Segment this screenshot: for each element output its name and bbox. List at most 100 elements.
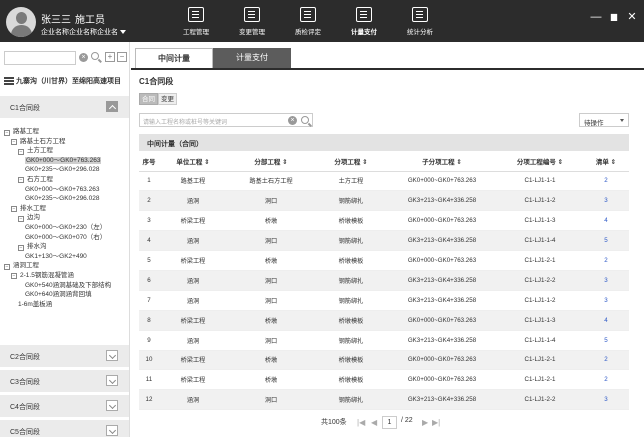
tree-toggle-icon[interactable]: − [18, 215, 24, 222]
project-name[interactable]: 九寨沟（川甘界）至绵阳高速项目 [4, 76, 121, 86]
tree-node[interactable]: GK0+235～GK0+296.028 [4, 194, 129, 204]
user-info[interactable]: 张三三 施工员 企业名称企业名称企业名 [4, 5, 144, 39]
tree-node[interactable]: − 土方工程 [4, 146, 129, 156]
tree-toggle-icon[interactable]: − [4, 129, 10, 136]
column-header[interactable]: 单位工程 ⇕ [159, 151, 227, 172]
nav-statistics[interactable]: 统计分析 [392, 0, 448, 42]
tree-node[interactable]: − 边沟 [4, 213, 129, 223]
column-header[interactable]: 子分项工程 ⇕ [387, 151, 497, 172]
table-row[interactable]: 6 涵洞 洞口 钢筋绑扎 GK3+213~GK4+336.258 C1-LJ1-2-2 3 [139, 270, 629, 291]
nav-quality[interactable]: 质检评定 [280, 0, 336, 42]
table-cell[interactable]: 5 [583, 230, 629, 252]
table-cell[interactable]: 3 [583, 389, 629, 411]
tree-node[interactable]: GK0+000～GK0+230（左） [4, 223, 129, 233]
table-row[interactable]: 7 涵洞 洞口 钢筋绑扎 GK3+213~GK4+336.258 C1-LJ1-1-2 3 [139, 290, 629, 311]
maximize-button[interactable]: ▆ [608, 11, 620, 23]
avatar[interactable] [6, 7, 36, 37]
table-row[interactable]: 2 涵洞 洞口 钢筋绑扎 GK3+213~GK4+336.258 C1-LJ1-1-2 3 [139, 190, 629, 212]
table-row[interactable]: 8 桥梁工程 桥墩 桥墩模板 GK0+000~GK0+763.263 C1-LJ1-1-3… [139, 310, 629, 331]
table-row[interactable]: 9 涵洞 洞口 钢筋绑扎 GK3+213~GK4+336.258 C1-LJ1-1-4 5 [139, 330, 629, 351]
tree-toggle-icon[interactable]: − [18, 148, 24, 155]
minimize-button[interactable]: — [590, 11, 602, 23]
table-cell[interactable]: 3 [583, 190, 629, 212]
search-icon[interactable] [301, 116, 309, 124]
column-header[interactable]: 清单 ⇕ [583, 151, 629, 172]
table-row[interactable]: 11 桥梁工程 桥墩 桥墩模板 GK0+000~GK0+763.263 C1-LJ1-2-… [139, 369, 629, 391]
tree-node[interactable]: GK0+000～GK0+763.263 [4, 156, 129, 166]
tree-node-label: 1-6m盖板涵 [18, 300, 53, 308]
first-page-icon[interactable]: |◀ [357, 418, 365, 427]
section-c4[interactable]: C4合同段 [0, 395, 129, 417]
action-select[interactable]: 待操作 [579, 113, 629, 127]
change-button[interactable]: 变更 [158, 93, 177, 105]
tree-node-label: 路基土石方工程 [20, 137, 66, 145]
tab-interim-measurement[interactable]: 中间计量 [135, 48, 213, 68]
close-button[interactable]: ✕ [626, 11, 638, 23]
company-selector[interactable]: 企业名称企业名称企业名 [41, 27, 126, 37]
table-cell[interactable]: 5 [583, 330, 629, 351]
section-c1[interactable]: C1合同段 [0, 96, 129, 118]
tree-node[interactable]: − 路基土石方工程 [4, 137, 129, 147]
expand-icon[interactable] [106, 375, 118, 386]
search-icon[interactable] [91, 52, 99, 60]
table-cell[interactable]: 4 [583, 310, 629, 331]
expand-icon[interactable] [106, 350, 118, 361]
tree-node[interactable]: GK0+235～GK0+296.028 [4, 165, 129, 175]
section-c5[interactable]: C5合同段 [0, 420, 129, 437]
table-row[interactable]: 3 桥梁工程 桥墩 桥墩模板 GK0+000~GK0+763.263 C1-LJ1-1-3… [139, 210, 629, 232]
table-row[interactable]: 1 路基工程 路基土石方工程 土方工程 GK0+000~GK0+763.263 C1-LJ… [139, 171, 629, 192]
table-cell[interactable]: 4 [583, 210, 629, 232]
tree-node[interactable]: GK1+130～GK2+490 [4, 252, 129, 262]
clear-icon[interactable]: × [79, 53, 88, 62]
table-row[interactable]: 12 涵洞 洞口 钢筋绑扎 GK3+213~GK4+336.258 C1-LJ1-2-2 3 [139, 389, 629, 411]
table-cell[interactable]: 2 [583, 369, 629, 391]
tree-node[interactable]: − 排水沟 [4, 242, 129, 252]
filter-input[interactable]: 请输入工程名称或桩号等关键词 × [139, 113, 313, 127]
column-header[interactable]: 分项工程编号 ⇕ [497, 151, 583, 172]
next-page-icon[interactable]: ▶ [422, 418, 428, 427]
collapse-icon[interactable] [106, 101, 118, 112]
prev-page-icon[interactable]: ◀ [371, 418, 377, 427]
tab-measurement-payment[interactable]: 计量支付 [213, 48, 291, 68]
nav-engineering[interactable]: 工程管理 [168, 0, 224, 42]
table-row[interactable]: 5 桥梁工程 桥墩 桥墩模板 GK0+000~GK0+763.263 C1-LJ1-2-1… [139, 250, 629, 271]
table-cell[interactable]: 3 [583, 290, 629, 311]
column-header[interactable]: 分部工程 ⇕ [227, 151, 315, 172]
tree-node[interactable]: 1-6m盖板涵 [4, 300, 129, 310]
page-input[interactable]: 1 [382, 416, 397, 429]
tree-node[interactable]: GK0+000～GK0+070（右） [4, 233, 129, 243]
tree-node[interactable]: − 排水工程 [4, 204, 129, 214]
expand-all-icon[interactable]: + [105, 52, 115, 62]
table-cell[interactable]: 2 [583, 171, 629, 192]
expand-icon[interactable] [106, 425, 118, 436]
tree-toggle-icon[interactable]: − [4, 263, 10, 270]
table-row[interactable]: 4 涵洞 洞口 钢筋绑扎 GK3+213~GK4+336.258 C1-LJ1-1-4 5 [139, 230, 629, 252]
column-header[interactable]: 分项工程 ⇕ [315, 151, 387, 172]
nav-payment[interactable]: 计量支付 [336, 0, 392, 42]
tree-toggle-icon[interactable]: − [11, 139, 17, 146]
tree-node[interactable]: GK0+640涵洞涵背回填 [4, 290, 129, 300]
tree-node[interactable]: − 涵洞工程 [4, 261, 129, 271]
tree-toggle-icon[interactable]: − [18, 177, 24, 184]
tree-toggle-icon[interactable]: − [11, 273, 17, 280]
last-page-icon[interactable]: ▶| [432, 418, 440, 427]
collapse-all-icon[interactable]: − [117, 52, 127, 62]
section-c3[interactable]: C3合同段 [0, 370, 129, 392]
contract-button[interactable]: 合同 [139, 93, 158, 105]
tree-node[interactable]: − 石方工程 [4, 175, 129, 185]
expand-icon[interactable] [106, 400, 118, 411]
tree-node[interactable]: − 路基工程 [4, 127, 129, 137]
table-cell[interactable]: 2 [583, 250, 629, 271]
tree-toggle-icon[interactable]: − [18, 244, 24, 251]
nav-change[interactable]: 变更管理 [224, 0, 280, 42]
clear-icon[interactable]: × [288, 116, 297, 125]
tree-node[interactable]: GK0+540涵洞基础及下部结构 [4, 281, 129, 291]
section-c2[interactable]: C2合同段 [0, 345, 129, 367]
table-cell[interactable]: 2 [583, 350, 629, 371]
sidebar-search-input[interactable] [4, 51, 76, 65]
table-row[interactable]: 10 桥梁工程 桥墩 桥墩模板 GK0+000~GK0+763.263 C1-LJ1-2-… [139, 350, 629, 371]
tree-node[interactable]: −2-1.5钢筋混凝管涵 [4, 271, 129, 281]
tree-node[interactable]: GK0+000～GK0+763.263 [4, 185, 129, 195]
tree-toggle-icon[interactable]: − [11, 206, 17, 213]
table-cell[interactable]: 3 [583, 270, 629, 291]
